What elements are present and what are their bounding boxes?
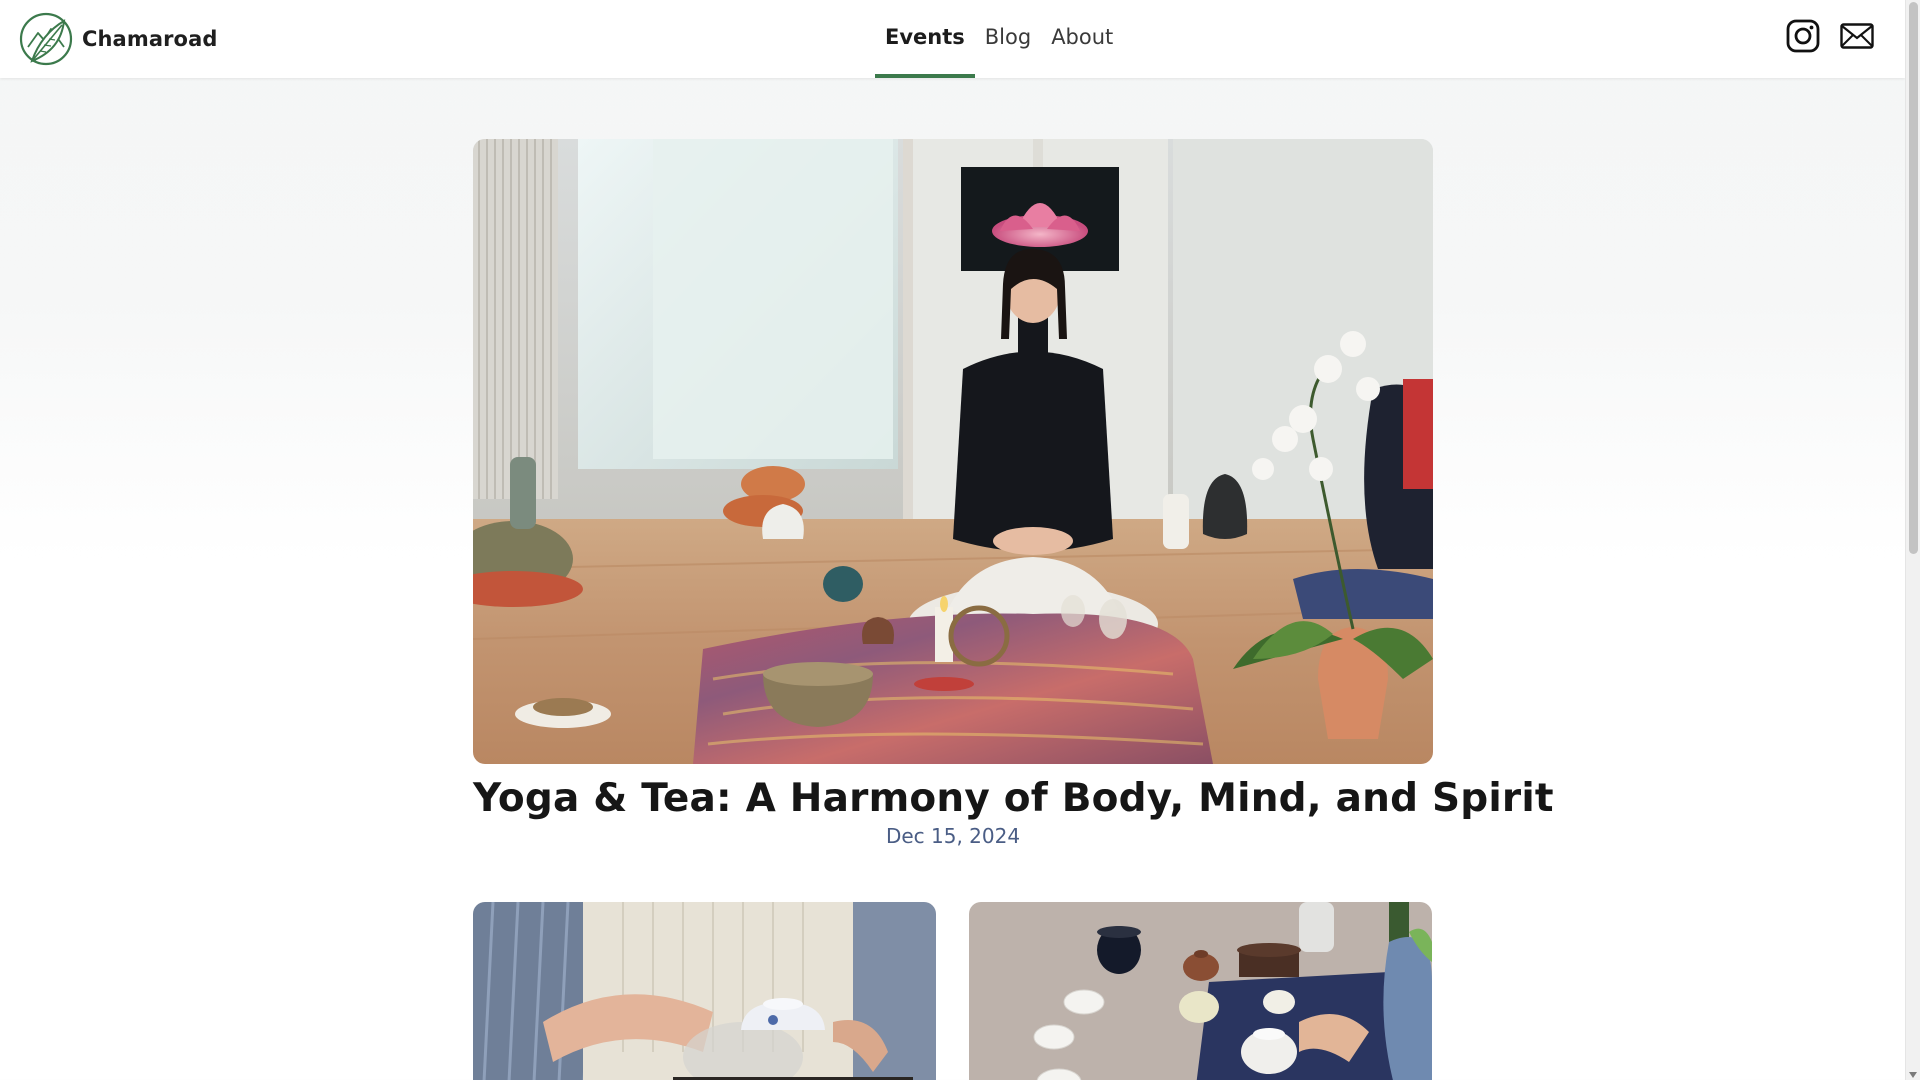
featured-event-date: Dec 15, 2024 <box>885 824 1021 848</box>
yoga-tea-photo <box>473 139 1433 764</box>
nav-item-blog[interactable]: Blog <box>975 0 1041 74</box>
tea-table-photo <box>969 902 1432 1080</box>
social-links <box>1785 18 1875 54</box>
tea-pouring-photo <box>473 902 936 1080</box>
main-nav: Events Blog About <box>875 0 1123 78</box>
brand-name: Chamaroad <box>82 27 218 51</box>
page-scrollbar[interactable] <box>1905 0 1920 1080</box>
tea-leaf-mountain-icon <box>19 12 73 66</box>
site-header: Chamaroad Events Blog About <box>0 0 1905 78</box>
instagram-icon <box>1786 19 1820 53</box>
event-card[interactable] <box>473 902 936 1080</box>
brand-home-link[interactable]: Chamaroad <box>18 10 217 68</box>
featured-event-title[interactable]: Yoga & Tea: A Harmony of Body, Mind, and… <box>473 776 1554 822</box>
nav-item-about[interactable]: About <box>1041 0 1123 74</box>
email-link[interactable] <box>1839 18 1875 54</box>
envelope-icon <box>1840 23 1874 49</box>
nav-item-events[interactable]: Events <box>875 0 975 78</box>
featured-event-image[interactable] <box>473 139 1433 764</box>
event-card[interactable] <box>969 902 1432 1080</box>
scrollbar-thumb[interactable] <box>1909 2 1918 554</box>
scroll-down-arrow-icon[interactable] <box>1909 1072 1917 1078</box>
instagram-link[interactable] <box>1785 18 1821 54</box>
featured-event: Yoga & Tea: A Harmony of Body, Mind, and… <box>473 139 1554 848</box>
